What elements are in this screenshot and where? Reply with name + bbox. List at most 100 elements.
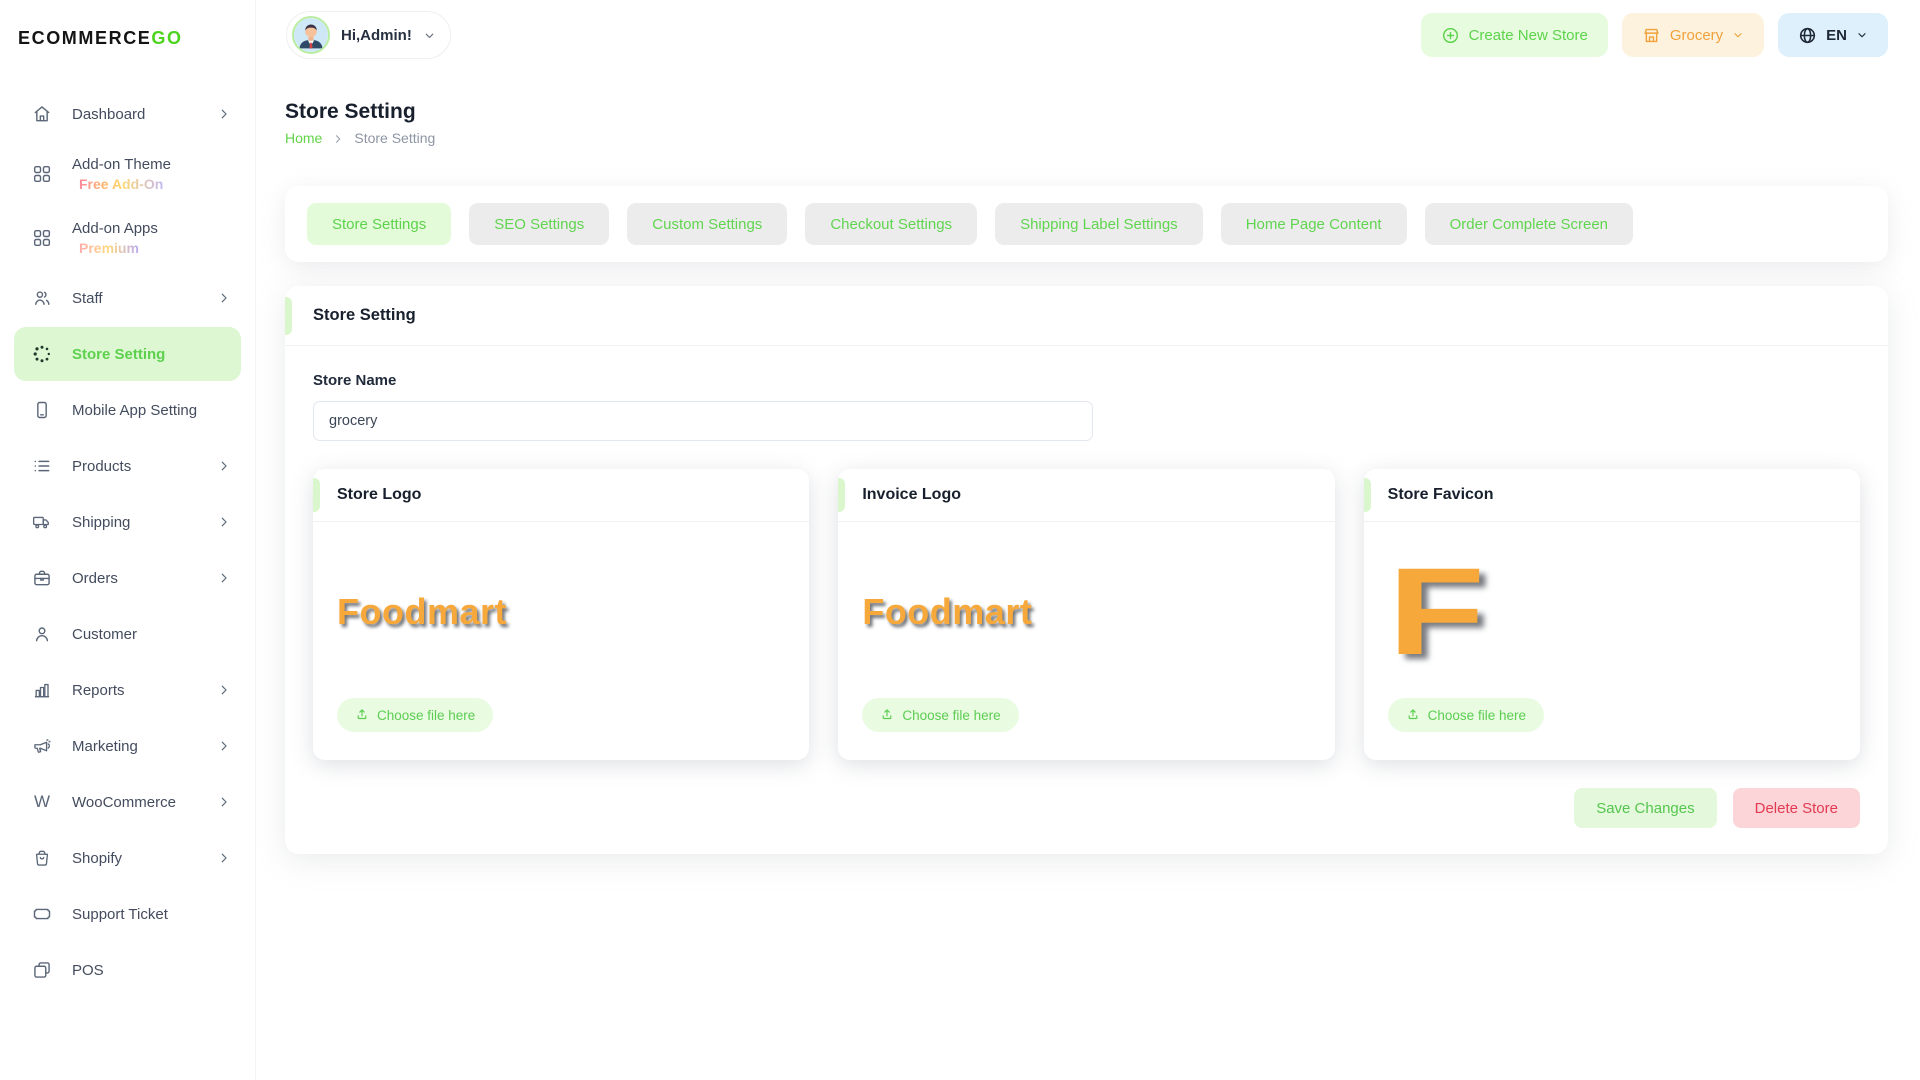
chevron-down-icon [1732, 29, 1744, 41]
breadcrumb: Home Store Setting [285, 130, 1888, 146]
brand-logo-primary: ECOMMERCE [18, 28, 151, 48]
store-favicon-image: F [1388, 564, 1485, 661]
chevron-right-icon [217, 795, 231, 809]
tab-store-settings[interactable]: Store Settings [307, 203, 451, 245]
store-switcher-button[interactable]: Grocery [1622, 13, 1764, 57]
header-accent-bar [285, 297, 292, 335]
tab-seo-settings[interactable]: SEO Settings [469, 203, 609, 245]
sidebar-item-addon-theme[interactable]: Add-on Theme Free Add-On [14, 143, 241, 205]
ticket-icon [32, 904, 52, 924]
breadcrumb-current: Store Setting [354, 130, 435, 146]
smartphone-icon [32, 400, 52, 420]
tab-shipping-label-settings[interactable]: Shipping Label Settings [995, 203, 1203, 245]
sidebar-item-products[interactable]: Products [14, 439, 241, 493]
globe-icon [1798, 26, 1817, 45]
store-setting-card-header: Store Setting [285, 286, 1888, 346]
sidebar-item-store-setting[interactable]: Store Setting [14, 327, 241, 381]
create-new-store-button[interactable]: Create New Store [1421, 13, 1608, 57]
sidebar-item-support-ticket[interactable]: Support Ticket [14, 887, 241, 941]
staff-icon [32, 288, 52, 308]
brand-logo: ECOMMERCEGO [0, 0, 255, 49]
grid-icon [32, 164, 52, 184]
tab-order-complete-screen[interactable]: Order Complete Screen [1425, 203, 1633, 245]
sidebar-item-shipping[interactable]: Shipping [14, 495, 241, 549]
truck-icon [32, 512, 52, 532]
page-title: Store Setting [285, 100, 1888, 124]
store-logo-choose-file-button[interactable]: Choose file here [337, 698, 493, 732]
user-menu[interactable]: Hi,Admin! [286, 11, 451, 59]
chevron-right-icon [217, 683, 231, 697]
store-favicon-card: Store Favicon F Choose file here [1364, 469, 1860, 760]
topbar-actions: Create New Store Grocery EN [1421, 13, 1888, 57]
chevron-right-icon [217, 291, 231, 305]
store-logo-card-header: Store Logo [313, 469, 809, 522]
grid-icon [32, 228, 52, 248]
sidebar-item-customer[interactable]: Customer [14, 607, 241, 661]
storefront-icon [1642, 26, 1661, 45]
sidebar-item-woocommerce[interactable]: W WooCommerce [14, 775, 241, 829]
upload-icon [1406, 708, 1420, 722]
sidebar-item-marketing[interactable]: Marketing [14, 719, 241, 773]
pos-icon [32, 960, 52, 980]
bar-chart-icon [32, 680, 52, 700]
store-name-input[interactable] [313, 401, 1093, 441]
brand-logo-accent: GO [151, 28, 182, 48]
user-greeting: Hi,Admin! [341, 27, 412, 44]
sidebar-item-staff[interactable]: Staff [14, 271, 241, 325]
sidebar-item-shopify[interactable]: Shopify [14, 831, 241, 885]
invoice-logo-choose-file-button[interactable]: Choose file here [862, 698, 1018, 732]
delete-store-button[interactable]: Delete Store [1733, 788, 1860, 828]
tab-home-page-content[interactable]: Home Page Content [1221, 203, 1407, 245]
topbar: Hi,Admin! Create New Store Grocery EN [256, 0, 1920, 70]
store-logo-image: Foodmart [337, 591, 507, 633]
chevron-right-icon [217, 107, 231, 121]
premium-badge: Premium [72, 240, 139, 256]
header-accent-bar [1364, 478, 1371, 512]
settings-tabs: Store Settings SEO Settings Custom Setti… [285, 186, 1888, 262]
sidebar-item-orders[interactable]: Orders [14, 551, 241, 605]
chevron-right-icon [217, 739, 231, 753]
briefcase-icon [32, 568, 52, 588]
chevron-right-icon [217, 459, 231, 473]
chevron-down-icon [1856, 29, 1868, 41]
sidebar-item-mobile-app-setting[interactable]: Mobile App Setting [14, 383, 241, 437]
header-accent-bar [838, 478, 845, 512]
upload-icon [355, 708, 369, 722]
home-icon [32, 104, 52, 124]
invoice-logo-card: Invoice Logo Foodmart Choose file here [838, 469, 1334, 760]
store-logo-card: Store Logo Foodmart Choose file here [313, 469, 809, 760]
sidebar-nav: Dashboard Add-on Theme Free Add-On Add-o… [0, 87, 255, 997]
store-favicon-choose-file-button[interactable]: Choose file here [1388, 698, 1544, 732]
breadcrumb-home-link[interactable]: Home [285, 130, 322, 146]
chevron-right-icon [217, 851, 231, 865]
chevron-right-icon [217, 515, 231, 529]
woocommerce-icon: W [32, 792, 52, 812]
plus-circle-icon [1441, 26, 1460, 45]
avatar [292, 16, 330, 54]
shopping-bag-icon [32, 848, 52, 868]
store-favicon-card-header: Store Favicon [1364, 469, 1860, 522]
chevron-down-icon [423, 29, 436, 42]
free-addon-badge: Free Add-On [72, 176, 163, 192]
language-selector-button[interactable]: EN [1778, 13, 1888, 57]
tab-custom-settings[interactable]: Custom Settings [627, 203, 787, 245]
sidebar-item-reports[interactable]: Reports [14, 663, 241, 717]
sidebar-item-addon-apps[interactable]: Add-on Apps Premium [14, 207, 241, 269]
upload-icon [880, 708, 894, 722]
spinner-dots-icon [32, 344, 52, 364]
invoice-logo-image: Foodmart [862, 591, 1032, 633]
sidebar-item-dashboard[interactable]: Dashboard [14, 87, 241, 141]
user-icon [32, 624, 52, 644]
megaphone-icon [32, 736, 52, 756]
save-changes-button[interactable]: Save Changes [1574, 788, 1716, 828]
tab-checkout-settings[interactable]: Checkout Settings [805, 203, 977, 245]
sidebar-item-pos[interactable]: POS [14, 943, 241, 997]
chevron-right-icon [332, 132, 344, 144]
store-name-label: Store Name [313, 372, 1860, 389]
card-footer-actions: Save Changes Delete Store [285, 760, 1888, 854]
upload-cards-row: Store Logo Foodmart Choose file here [313, 469, 1860, 760]
store-setting-card: Store Setting Store Name Store Logo Food… [285, 286, 1888, 854]
sidebar: ECOMMERCEGO Dashboard Add-on Theme Free … [0, 0, 256, 1080]
list-icon [32, 456, 52, 476]
chevron-right-icon [217, 571, 231, 585]
